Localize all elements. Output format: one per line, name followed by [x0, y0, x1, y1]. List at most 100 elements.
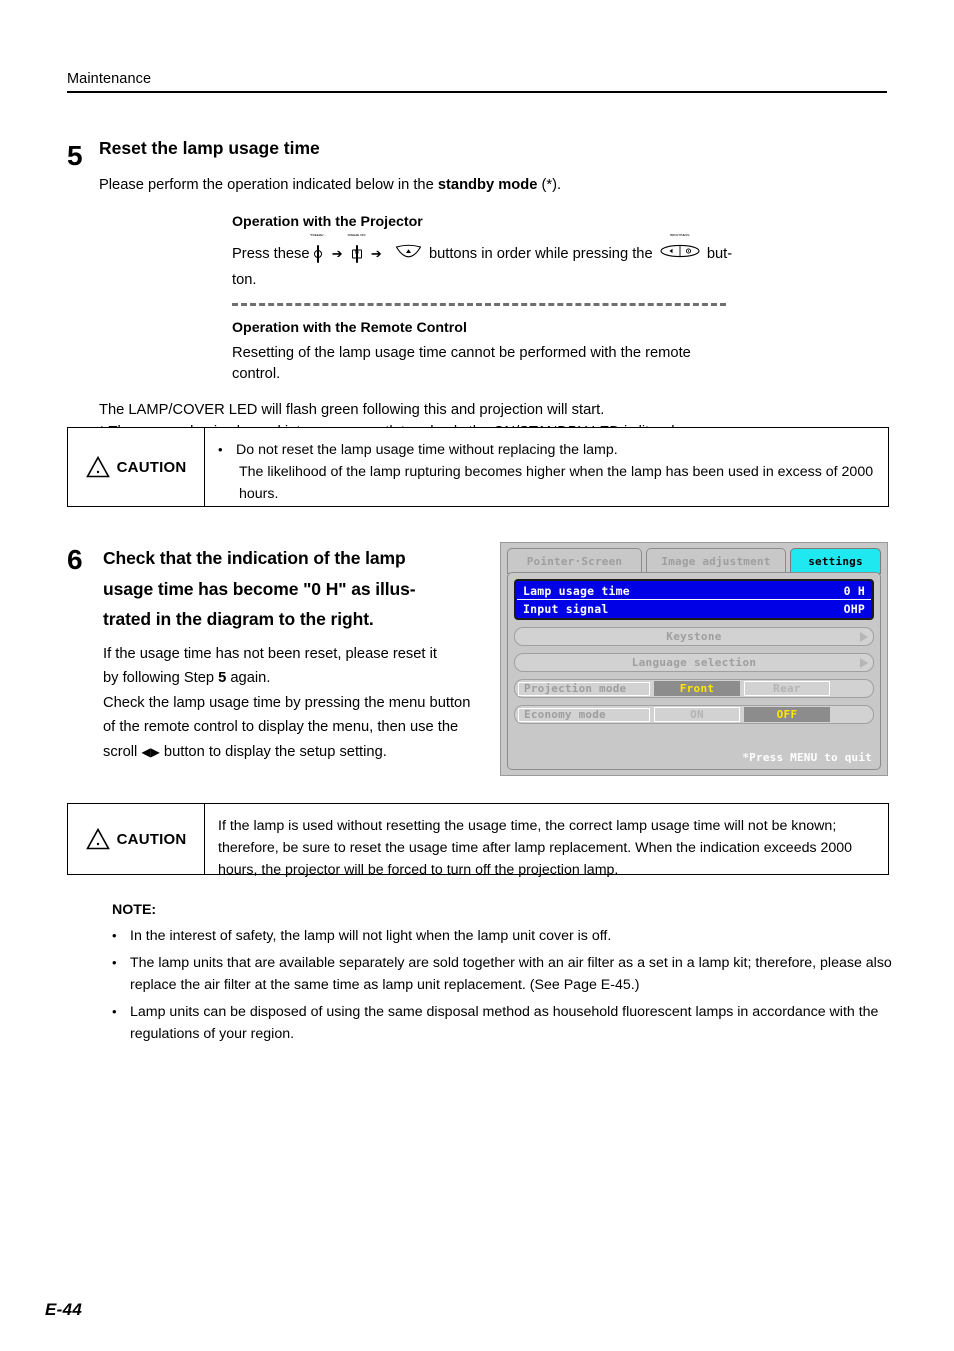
freeze-off-key-body [351, 244, 362, 263]
osd-keystone-label: Keystone [666, 630, 722, 643]
osd-tab-settings[interactable]: settings [790, 548, 881, 574]
brightness-key-body [660, 244, 700, 262]
press-wrap-text: ton. [232, 271, 257, 288]
page-header: Maintenance [67, 70, 887, 93]
projector-operation-group: Operation with the Projector Press these… [232, 212, 892, 293]
step-6-body-line-2: by following Step 5 again. [103, 666, 487, 691]
scroll-key-body [395, 244, 422, 262]
step-6-body-line-5: scroll ◀▶ button to display the setup se… [103, 740, 487, 765]
note-bullet-icon: • [112, 928, 117, 943]
osd-tab-image-adjustment[interactable]: Image adjustment [646, 548, 786, 574]
caution-box-1: CAUTION • Do not reset the lamp usage ti… [67, 427, 889, 507]
osd-settings-panel: Lamp usage time 0 H Input signal OHP Key… [507, 572, 881, 770]
step-6-title-line-2: usage time has become "0 H" as illus- [103, 578, 416, 599]
scroll-key-icon [395, 241, 422, 267]
caution-box-2: CAUTION If the lamp is used without rese… [67, 803, 889, 878]
section-title: Maintenance [67, 71, 152, 87]
caution-1-line-3: hours. [239, 486, 279, 502]
step-6-title-line-1: Check that the indication of the lamp [103, 548, 406, 568]
brightness-key-icon: BRIGHTNESS [660, 233, 700, 267]
press-instruction: Press these *FREEZE/... ➔ FREEZE OFF ➔ [232, 233, 892, 293]
note-text-3: Lamp units can be disposed of using the … [130, 1004, 879, 1042]
osd-row-projection-mode: Projection mode Front Rear [514, 679, 874, 698]
caution-1-content: • Do not reset the lamp usage time witho… [205, 428, 888, 506]
step-6-body-line-2-prefix: by following Step [103, 670, 219, 686]
caution-2-label: CAUTION [116, 830, 187, 848]
caution-2-line-2: therefore, be sure to reset the usage ti… [218, 840, 853, 856]
freeze-glyph-icon [351, 249, 362, 259]
step-6-title: Check that the indication of the lamp us… [103, 543, 487, 635]
osd-row-economy-mode: Economy mode ON OFF [514, 705, 874, 724]
step-6-body-line-2-suffix: again. [226, 670, 271, 686]
step-5-lead-prefix: Please perform the operation indicated b… [99, 176, 438, 193]
step-5-lead: Please perform the operation indicated b… [99, 175, 897, 196]
menu-key-icon: *FREEZE/... [310, 233, 326, 267]
step-6-block: 6 Check that the indication of the lamp … [67, 543, 487, 764]
freeze-off-key-icon: FREEZE OFF [348, 233, 366, 267]
chevron-right-icon-language [860, 657, 868, 668]
warning-triangle-icon [85, 828, 110, 850]
remote-operation-line-2: control. [232, 365, 281, 382]
osd-row-keystone[interactable]: Keystone [514, 627, 874, 646]
step-5-block: 5 Reset the lamp usage time Please perfo… [67, 138, 897, 443]
caution-1-line-1: Do not reset the lamp usage time without… [236, 442, 618, 458]
step-6-body-line-3: Check the lamp usage time by pressing th… [103, 694, 471, 711]
step-5-number: 5 [67, 140, 83, 171]
osd-row-lamp-usage-time[interactable]: Lamp usage time 0 H [517, 582, 871, 600]
note-text-2: The lamp units that are available separa… [130, 955, 892, 993]
note-text-1: In the interest of safety, the lamp will… [130, 928, 612, 944]
menu-key-dot-icon [313, 249, 322, 258]
caution-2-line-1: If the lamp is used without resetting th… [218, 818, 837, 834]
press-prefix: Press these [232, 245, 310, 262]
caution-1-line-2: The likelihood of the lamp rupturing bec… [239, 464, 874, 480]
osd-row-language-selection[interactable]: Language selection [514, 653, 874, 672]
osd-input-signal-value: OHP [843, 601, 865, 616]
list-item: • Lamp units can be disposed of using th… [112, 1001, 892, 1045]
osd-projection-mode-front-option[interactable]: Front [654, 681, 740, 696]
notes-section: NOTE: • In the interest of safety, the l… [112, 900, 892, 1045]
osd-tab-bar: Pointer·Screen Image adjustment settings [507, 548, 881, 574]
osd-row-input-signal[interactable]: Input signal OHP [517, 600, 871, 617]
step-6-body: If the usage time has not been reset, pl… [103, 642, 487, 765]
step-6-number: 6 [67, 544, 83, 575]
osd-lamp-usage-time-label: Lamp usage time [523, 583, 630, 598]
list-item: • In the interest of safety, the lamp wi… [112, 925, 892, 947]
step-6-title-line-3: trated in the diagram to the right. [103, 609, 374, 629]
osd-tab-pointer-screen[interactable]: Pointer·Screen [507, 548, 642, 574]
osd-info-group: Lamp usage time 0 H Input signal OHP [514, 579, 874, 620]
press-middle-text: buttons in order while pressing the [428, 245, 653, 262]
osd-lamp-usage-time-value: 0 H [843, 583, 865, 598]
note-bullet-icon: • [112, 955, 117, 970]
menu-key-body [313, 244, 322, 263]
lamp-cover-led-note: The LAMP/COVER LED will flash green foll… [99, 401, 605, 418]
header-rule [67, 91, 887, 93]
scroll-arrows-icon: ◀▶ [141, 744, 160, 759]
osd-projection-mode-label: Projection mode [518, 681, 650, 696]
chevron-right-icon-keystone [860, 631, 868, 642]
osd-input-signal-label: Input signal [523, 601, 609, 616]
note-bullet-icon: • [112, 1004, 117, 1019]
caution-1-label-cell: CAUTION [68, 428, 205, 506]
projector-operation-heading: Operation with the Projector [232, 213, 423, 230]
osd-economy-mode-on-option[interactable]: ON [654, 707, 740, 722]
sequence-arrow-1-icon: ➔ [331, 246, 343, 262]
osd-projection-mode-rear-option[interactable]: Rear [744, 681, 830, 696]
remote-operation-line-1: Resetting of the lamp usage time cannot … [232, 344, 691, 361]
step-6-body-line-4: of the remote control to display the men… [103, 719, 459, 735]
caution-1-label: CAUTION [116, 458, 187, 476]
page-number: E-44 [45, 1300, 83, 1319]
caution-2-label-cell: CAUTION [68, 804, 205, 874]
step-5-lead-suffix: (*). [537, 176, 562, 193]
sequence-arrow-2-icon: ➔ [370, 246, 382, 262]
caution-2-content: If the lamp is used without resetting th… [205, 804, 888, 878]
remote-operation-group: Operation with the Remote Control Resett… [232, 318, 792, 385]
osd-language-selection-label: Language selection [631, 656, 757, 669]
caution-1-bullet-row: • Do not reset the lamp usage time witho… [218, 439, 874, 461]
osd-economy-mode-off-option[interactable]: OFF [744, 707, 830, 722]
caution-2-line-3: hours, the projector will be forced to t… [218, 862, 619, 878]
step-5-title: Reset the lamp usage time [99, 138, 320, 158]
osd-economy-mode-label: Economy mode [518, 707, 650, 722]
step-5-lead-bold: standby mode [437, 176, 538, 193]
brightness-key-caption: BRIGHTNESS [670, 232, 690, 237]
step-6-body-line-1: If the usage time has not been reset, pl… [103, 645, 437, 662]
